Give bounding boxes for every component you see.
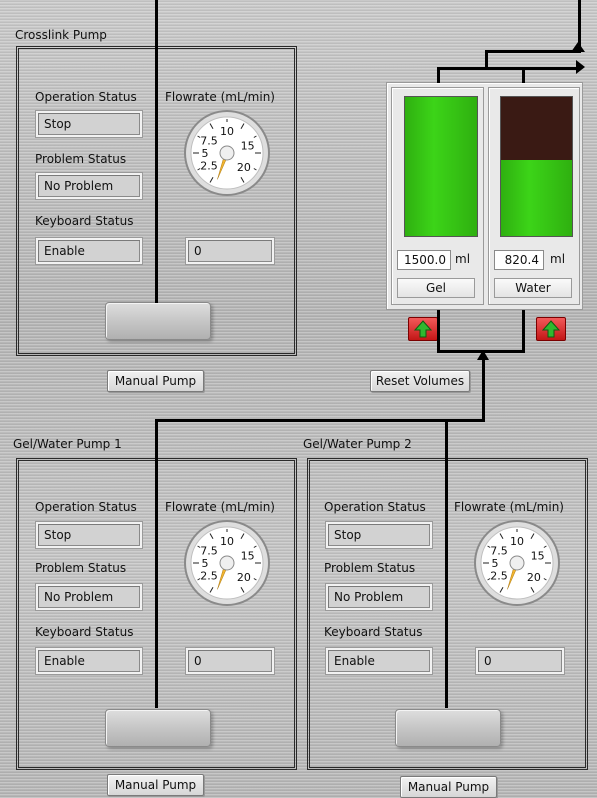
gauge-tick-label: 7.5: [200, 134, 218, 147]
gel-tank-level: [404, 96, 478, 237]
wire-gel-outlet: [437, 310, 440, 353]
keyboard-status-label: Keyboard Status: [324, 625, 423, 639]
flowrate-field[interactable]: 0: [186, 238, 274, 264]
gel-tank-name: Gel: [397, 278, 475, 298]
wire-pump2-vertical: [445, 419, 448, 708]
water-tank-fill: [501, 159, 572, 236]
operation-status-label: Operation Status: [324, 500, 426, 514]
water-tank-name: Water: [494, 278, 572, 298]
problem-status-label: Problem Status: [35, 152, 127, 166]
flowrate-gauge: 2.5 5 7.5 10 15 20: [182, 518, 272, 608]
manual-pump-button[interactable]: Manual Pump: [400, 776, 497, 798]
pump1-title: Gel/Water Pump 1: [13, 437, 122, 451]
gauge-tick-label: 10: [220, 125, 234, 138]
wire-water-inlet: [522, 67, 525, 83]
gauge-tick-label: 7.5: [200, 544, 218, 557]
operation-status-field: Stop: [326, 522, 432, 548]
up-arrow-icon: [541, 320, 561, 338]
flowrate-field[interactable]: 0: [476, 648, 564, 674]
operation-status-label: Operation Status: [35, 90, 137, 104]
flowrate-gauge: 2.5 5 7.5 10 15 20: [472, 518, 562, 608]
water-refill-button[interactable]: [536, 317, 566, 341]
manual-pump-toggle[interactable]: [105, 302, 211, 340]
up-arrow-icon: [413, 320, 433, 338]
gauge-dial: 2.557.510 15 20: [474, 520, 560, 606]
arrow-up-icon: [477, 350, 489, 360]
wire-outlet-down: [482, 355, 485, 422]
gauge-tick-label: 5: [202, 557, 209, 570]
manual-pump-button[interactable]: Manual Pump: [107, 774, 204, 796]
reset-volumes-button[interactable]: Reset Volumes: [370, 370, 470, 392]
gauge-tick-label: 2.5: [200, 570, 218, 583]
gauge-dial: 2.557.510 15 20: [184, 520, 270, 606]
water-volume-field: 820.4: [494, 250, 544, 270]
gauge-tick-label: 10: [220, 535, 234, 548]
manual-pump-toggle[interactable]: [395, 709, 501, 747]
wire-pump1-vertical: [155, 419, 158, 708]
gel-refill-button[interactable]: [408, 317, 438, 341]
gel-tank-fill: [405, 97, 477, 236]
gauge-tick-label: 15: [241, 549, 255, 562]
gauge-tick-label: 2.5: [200, 160, 218, 173]
arrow-up-icon: [571, 42, 585, 52]
flowrate-label: Flowrate (mL/min): [165, 90, 275, 104]
gauge-tick-label: 5: [492, 557, 499, 570]
water-volume-unit: ml: [550, 252, 566, 266]
water-tank-level: [500, 96, 573, 237]
operation-status-field: Stop: [36, 522, 142, 548]
flowrate-label: Flowrate (mL/min): [454, 500, 564, 514]
arrow-right-icon: [576, 60, 585, 74]
gauge-tick-label: 20: [527, 571, 541, 584]
crosslink-pump-title: Crosslink Pump: [15, 28, 107, 42]
operation-status-field: Stop: [36, 111, 142, 137]
gauge-tick-label: 20: [237, 161, 251, 174]
wire-top-right-horizontal: [485, 50, 581, 53]
wire-tank-manifold: [437, 67, 578, 70]
gauge-dial: 2.557.510 15 20: [184, 110, 270, 196]
gauge-tick-label: 5: [202, 147, 209, 160]
wire-pumps-bus: [155, 419, 485, 422]
problem-status-label: Problem Status: [324, 561, 416, 575]
keyboard-status-label: Keyboard Status: [35, 625, 134, 639]
problem-status-field: No Problem: [36, 173, 142, 199]
gauge-tick-label: 10: [510, 535, 524, 548]
flowrate-field[interactable]: 0: [186, 648, 274, 674]
manual-pump-button[interactable]: Manual Pump: [107, 370, 204, 392]
manual-pump-toggle[interactable]: [105, 709, 211, 747]
problem-status-field: No Problem: [326, 584, 432, 610]
keyboard-status-field: Enable: [36, 238, 142, 264]
gauge-tick-label: 2.5: [490, 570, 508, 583]
flowrate-label: Flowrate (mL/min): [165, 500, 275, 514]
problem-status-label: Problem Status: [35, 561, 127, 575]
gauge-tick-label: 20: [237, 571, 251, 584]
operation-status-label: Operation Status: [35, 500, 137, 514]
gel-volume-unit: ml: [455, 252, 471, 266]
wire-crosslink-vertical: [155, 0, 158, 303]
wire-top-right-drop: [485, 50, 488, 68]
wire-water-outlet: [522, 310, 525, 353]
keyboard-status-label: Keyboard Status: [35, 214, 134, 228]
keyboard-status-field: Enable: [36, 648, 142, 674]
wire-gel-inlet: [437, 67, 440, 83]
keyboard-status-field: Enable: [326, 648, 432, 674]
gauge-tick-label: 7.5: [490, 544, 508, 557]
gauge-tick-label: 15: [531, 549, 545, 562]
problem-status-field: No Problem: [36, 584, 142, 610]
flowrate-gauge: 2.5 5 7.5 10 15 20: [182, 108, 272, 198]
gel-volume-field: 1500.0: [397, 250, 451, 270]
gauge-tick-label: 15: [241, 139, 255, 152]
pump2-title: Gel/Water Pump 2: [303, 437, 412, 451]
